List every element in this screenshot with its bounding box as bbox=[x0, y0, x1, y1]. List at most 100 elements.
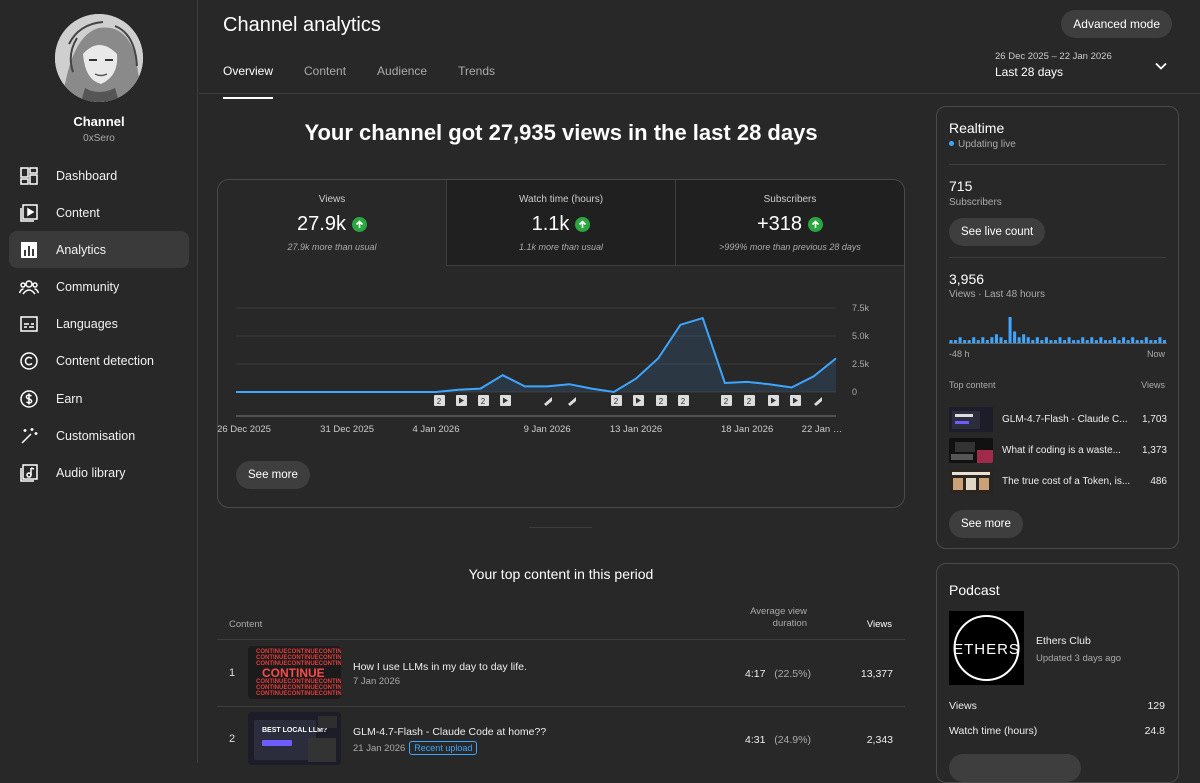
arrow-up-icon bbox=[575, 217, 590, 232]
sidebar-item-community[interactable]: Community bbox=[9, 269, 189, 306]
realtime-bar bbox=[1158, 337, 1161, 343]
analytics-icon bbox=[19, 240, 39, 260]
overview-headline: Your channel got 27,935 views in the las… bbox=[217, 120, 905, 146]
chevron-down-icon[interactable] bbox=[1153, 58, 1169, 79]
recent-upload-badge: Recent upload bbox=[409, 741, 477, 755]
shorts-marker-icon bbox=[568, 397, 576, 406]
stat-value: 27.9k bbox=[297, 213, 346, 236]
x-tick-label: 26 Dec 2025 bbox=[218, 424, 271, 435]
sidebar-item-label: Dashboard bbox=[56, 169, 117, 183]
marker-count: 2 bbox=[724, 397, 729, 406]
stat-watch-time[interactable]: Watch time (hours) 1.1k 1.1k more than u… bbox=[447, 180, 676, 266]
see-live-count-button[interactable]: See live count bbox=[949, 218, 1045, 246]
see-more-button[interactable]: See more bbox=[949, 510, 1023, 538]
y-tick-label: 2.5k bbox=[852, 359, 870, 369]
avd-time: 4:31 bbox=[745, 734, 765, 746]
sidebar-item-label: Earn bbox=[56, 392, 82, 406]
list-item[interactable]: The true cost of a Token, is... 486 bbox=[949, 469, 1167, 495]
list-item[interactable]: What if coding is a waste... 1,373 bbox=[949, 438, 1167, 464]
advanced-mode-button[interactable]: Advanced mode bbox=[1061, 10, 1172, 38]
sidebar-item-earn[interactable]: Earn bbox=[9, 380, 189, 417]
realtime-bar bbox=[1131, 337, 1134, 343]
realtime-bar bbox=[1118, 340, 1121, 343]
realtime-bar bbox=[981, 337, 984, 343]
y-tick-label: 5.0k bbox=[852, 331, 870, 341]
community-icon bbox=[19, 277, 39, 297]
list-item-views: 1,373 bbox=[1142, 445, 1167, 456]
podcast-logo[interactable]: ETHERS bbox=[949, 611, 1024, 685]
realtime-bar bbox=[977, 340, 980, 343]
row-date: 21 Jan 2026 Recent upload bbox=[353, 741, 477, 755]
list-item[interactable]: GLM-4.7-Flash - Claude C... 1,703 bbox=[949, 407, 1167, 433]
sidebar-item-languages[interactable]: Languages bbox=[9, 306, 189, 343]
sidebar-item-audio-library[interactable]: Audio library bbox=[9, 455, 189, 492]
row-title[interactable]: GLM-4.7-Flash - Claude Code at home?? bbox=[353, 726, 546, 738]
marker-count: 2 bbox=[681, 397, 686, 406]
list-item-title: The true cost of a Token, is... bbox=[1002, 476, 1132, 487]
realtime-bar bbox=[954, 340, 957, 343]
views-line-chart[interactable]: 7.5k5.0k2.5k0222222226 Dec 202531 Dec 20… bbox=[218, 298, 904, 458]
tab-trends[interactable]: Trends bbox=[458, 64, 495, 88]
realtime-bar bbox=[950, 340, 953, 343]
tab-overview[interactable]: Overview bbox=[223, 64, 273, 88]
sidebar-item-dashboard[interactable]: Dashboard bbox=[9, 157, 189, 194]
realtime-bar bbox=[1018, 337, 1021, 343]
sidebar-item-label: Languages bbox=[56, 317, 118, 331]
podcast-updated: Updated 3 days ago bbox=[1036, 653, 1121, 664]
podcast-button[interactable] bbox=[949, 754, 1081, 782]
realtime-bar bbox=[1063, 340, 1066, 343]
video-thumbnail[interactable]: CONTINUECONTINUECONTINUE CONTINUECONTINU… bbox=[248, 646, 341, 699]
sidebar-item-customisation[interactable]: Customisation bbox=[9, 417, 189, 454]
tab-content[interactable]: Content bbox=[304, 64, 346, 88]
copyright-icon bbox=[19, 351, 39, 371]
sidebar-item-label: Audio library bbox=[56, 466, 125, 480]
sidebar-item-label: Customisation bbox=[56, 429, 135, 443]
video-thumbnail[interactable]: BEST LOCAL LLM? bbox=[248, 712, 341, 765]
marker-count: 2 bbox=[437, 397, 442, 406]
table-divider bbox=[217, 706, 905, 707]
realtime-bar bbox=[1127, 340, 1130, 343]
stat-value: +318 bbox=[757, 213, 802, 236]
realtime-bar bbox=[1154, 340, 1157, 343]
stat-label: Views bbox=[218, 194, 446, 205]
sidebar-item-content[interactable]: Content bbox=[9, 194, 189, 231]
date-range-text[interactable]: 26 Dec 2025 – 22 Jan 2026 bbox=[995, 51, 1112, 62]
podcast-card: Podcast ETHERS Ethers Club Updated 3 day… bbox=[936, 563, 1179, 783]
row-title[interactable]: How I use LLMs in my day to day life. bbox=[353, 661, 527, 673]
realtime-bar bbox=[1027, 337, 1030, 343]
sidebar-item-label: Content detection bbox=[56, 354, 154, 368]
podcast-name[interactable]: Ethers Club bbox=[1036, 635, 1091, 647]
sidebar-item-content-detection[interactable]: Content detection bbox=[9, 343, 189, 380]
realtime-bar bbox=[1145, 337, 1148, 343]
realtime-divider bbox=[949, 257, 1166, 258]
see-more-button[interactable]: See more bbox=[236, 461, 310, 489]
realtime-bar-chart[interactable] bbox=[949, 314, 1167, 344]
list-item-views: 1,703 bbox=[1142, 414, 1167, 425]
realtime-divider bbox=[949, 164, 1166, 165]
sidebar-nav: Dashboard Content Analytics Community La… bbox=[9, 157, 189, 492]
realtime-bar bbox=[1059, 337, 1062, 343]
series-area bbox=[236, 318, 836, 392]
column-header-views[interactable]: Views bbox=[859, 619, 892, 630]
column-header-avd[interactable]: Average view duration bbox=[735, 606, 807, 630]
wand-icon bbox=[19, 426, 39, 446]
row-date-text: 21 Jan 2026 bbox=[353, 743, 405, 754]
podcast-watch-label: Watch time (hours) bbox=[949, 725, 1037, 737]
realtime-views-value: 3,956 bbox=[949, 271, 984, 287]
header-divider bbox=[199, 93, 1200, 94]
realtime-bar bbox=[1149, 340, 1152, 343]
podcast-views-label: Views bbox=[949, 700, 977, 712]
marker-count: 2 bbox=[481, 397, 486, 406]
stat-subscribers[interactable]: Subscribers +318 >999% more than previou… bbox=[676, 180, 904, 266]
realtime-bar bbox=[1104, 340, 1107, 343]
realtime-bar bbox=[1122, 337, 1125, 343]
views-col-label: Views bbox=[1141, 380, 1165, 390]
channel-avatar[interactable] bbox=[55, 14, 143, 102]
realtime-bar bbox=[1049, 340, 1052, 343]
tab-audience[interactable]: Audience bbox=[377, 64, 427, 88]
x-tick-label: 4 Jan 2026 bbox=[412, 424, 459, 435]
stat-views[interactable]: Views 27.9k 27.9k more than usual bbox=[218, 180, 447, 266]
date-range-label[interactable]: Last 28 days bbox=[995, 65, 1063, 79]
arrow-up-icon bbox=[352, 217, 367, 232]
sidebar-item-analytics[interactable]: Analytics bbox=[9, 231, 189, 268]
